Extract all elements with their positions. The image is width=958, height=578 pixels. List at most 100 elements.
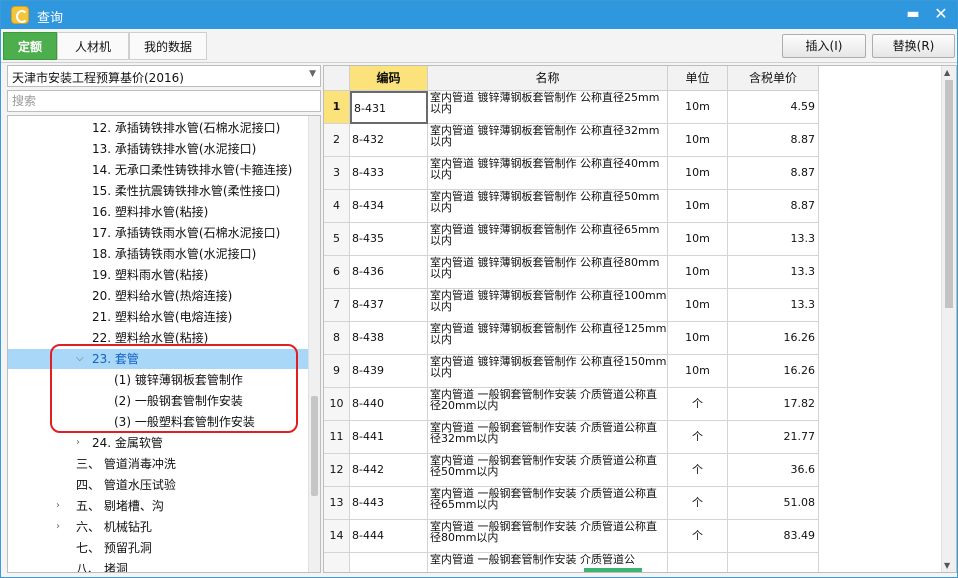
cell-price[interactable]: 51.08 (728, 487, 819, 520)
cell-price[interactable]: 36.6 (728, 454, 819, 487)
tree-item[interactable]: › 六、 机械钻孔 (8, 517, 304, 537)
tree-item[interactable]: 四、 管道水压试验 (8, 475, 304, 495)
cell-code[interactable]: 8-431 (350, 91, 428, 124)
tree-item[interactable]: 15. 柔性抗震铸铁排水管(柔性接口) (8, 181, 304, 201)
cell-unit[interactable]: 10m (668, 190, 728, 223)
cell-price[interactable]: 8.87 (728, 124, 819, 157)
cell-code[interactable]: 8-432 (350, 124, 428, 157)
column-header-name[interactable]: 名称 (428, 66, 668, 91)
cell-unit[interactable]: 10m (668, 289, 728, 322)
cell-name[interactable]: 室内管道 一般钢套管制作安装 介质管道公称直径50mm以内 (428, 454, 668, 487)
tree-item[interactable]: 19. 塑料雨水管(粘接) (8, 265, 304, 285)
cell-unit[interactable]: 10m (668, 157, 728, 190)
tree-item[interactable]: 14. 无承口柔性铸铁排水管(卡箍连接) (8, 160, 304, 180)
insert-button[interactable]: 插入(I) (782, 34, 866, 58)
tree-item[interactable]: 16. 塑料排水管(粘接) (8, 202, 304, 222)
tree-scroll-thumb[interactable] (311, 396, 318, 496)
tree-item[interactable]: 17. 承插铸铁雨水管(石棉水泥接口) (8, 223, 304, 243)
tree-item[interactable]: 三、 管道消毒冲洗 (8, 454, 304, 474)
tree-item[interactable]: 20. 塑料给水管(热熔连接) (8, 286, 304, 306)
cell-code[interactable]: 8-433 (350, 157, 428, 190)
row-number[interactable]: 11 (324, 421, 350, 454)
column-header-price[interactable]: 含税单价 (728, 66, 819, 91)
cell-unit[interactable] (668, 553, 728, 572)
cell-unit[interactable]: 个 (668, 388, 728, 421)
table-scroll-thumb[interactable] (945, 80, 953, 308)
cell-code[interactable]: 8-443 (350, 487, 428, 520)
cell-code[interactable]: 8-439 (350, 355, 428, 388)
cell-unit[interactable]: 10m (668, 355, 728, 388)
row-number[interactable]: 1 (324, 91, 350, 124)
cell-price[interactable]: 21.77 (728, 421, 819, 454)
row-number[interactable]: 7 (324, 289, 350, 322)
cell-code[interactable]: 8-434 (350, 190, 428, 223)
cell-price[interactable]: 8.87 (728, 157, 819, 190)
chevron-right-icon[interactable]: › (76, 433, 86, 453)
cell-name[interactable]: 室内管道 镀锌薄钢板套管制作 公称直径25mm以内 (428, 91, 668, 124)
cell-code[interactable]: 8-436 (350, 256, 428, 289)
tree-item[interactable]: 21. 塑料给水管(电熔连接) (8, 307, 304, 327)
row-number[interactable]: 4 (324, 190, 350, 223)
cell-unit[interactable]: 个 (668, 520, 728, 553)
scroll-down-icon[interactable]: ▼ (944, 561, 950, 570)
cell-code[interactable]: 8-441 (350, 421, 428, 454)
tab-quota[interactable]: 定额 (3, 32, 57, 60)
table-scrollbar[interactable]: ▲ ▼ (941, 66, 956, 572)
cell-name[interactable]: 室内管道 镀锌薄钢板套管制作 公称直径80mm以内 (428, 256, 668, 289)
chevron-right-icon[interactable]: › (56, 496, 66, 516)
cell-price[interactable]: 16.26 (728, 322, 819, 355)
row-number[interactable]: 5 (324, 223, 350, 256)
replace-button[interactable]: 替换(R) (872, 34, 955, 58)
tab-labor-material-machine[interactable]: 人材机 (57, 32, 129, 60)
tree-scrollbar[interactable] (308, 116, 320, 572)
cell-name[interactable]: 室内管道 镀锌薄钢板套管制作 公称直径65mm以内 (428, 223, 668, 256)
cell-name[interactable]: 室内管道 镀锌薄钢板套管制作 公称直径150mm以内 (428, 355, 668, 388)
cell-unit[interactable]: 个 (668, 421, 728, 454)
tree-item[interactable]: 13. 承插铸铁排水管(水泥接口) (8, 139, 304, 159)
cell-price[interactable]: 4.59 (728, 91, 819, 124)
cell-price[interactable]: 13.3 (728, 289, 819, 322)
cell-code[interactable]: 8-442 (350, 454, 428, 487)
tree-item[interactable]: › 五、 剔堵槽、沟 (8, 496, 304, 516)
row-number[interactable]: 3 (324, 157, 350, 190)
column-header-code[interactable]: 编码 (350, 66, 428, 91)
cell-price[interactable]: 13.3 (728, 223, 819, 256)
row-number[interactable]: 14 (324, 520, 350, 553)
cell-unit[interactable]: 10m (668, 256, 728, 289)
row-number[interactable]: 9 (324, 355, 350, 388)
close-button[interactable]: ✕ (931, 5, 951, 25)
cell-name[interactable]: 室内管道 一般钢套管制作安装 介质管道公称直径20mm以内 (428, 388, 668, 421)
cell-code[interactable]: 8-438 (350, 322, 428, 355)
cell-name[interactable]: 室内管道 一般钢套管制作安装 介质管道公称直径80mm以内 (428, 520, 668, 553)
cell-price[interactable] (728, 553, 819, 572)
row-number[interactable] (324, 553, 350, 572)
cell-name[interactable]: 室内管道 镀锌薄钢板套管制作 公称直径125mm以内 (428, 322, 668, 355)
cell-price[interactable]: 83.49 (728, 520, 819, 553)
cell-price[interactable]: 17.82 (728, 388, 819, 421)
cell-name[interactable]: 室内管道 一般钢套管制作安装 介质管道公称直径65mm以内 (428, 487, 668, 520)
cell-name[interactable]: 室内管道 镀锌薄钢板套管制作 公称直径100mm以内 (428, 289, 668, 322)
cell-unit[interactable]: 个 (668, 454, 728, 487)
cell-price[interactable]: 13.3 (728, 256, 819, 289)
cell-code[interactable]: 8-437 (350, 289, 428, 322)
cell-unit[interactable]: 10m (668, 322, 728, 355)
tree-item[interactable]: › 24. 金属软管 (8, 433, 304, 453)
minimize-button[interactable]: ▬ (903, 5, 923, 25)
tab-my-data[interactable]: 我的数据 (129, 32, 207, 60)
row-number[interactable]: 13 (324, 487, 350, 520)
row-number[interactable]: 10 (324, 388, 350, 421)
tree-item[interactable]: 12. 承插铸铁排水管(石棉水泥接口) (8, 118, 304, 138)
row-number[interactable]: 12 (324, 454, 350, 487)
row-number[interactable]: 6 (324, 256, 350, 289)
tree-item[interactable]: 八、 堵洞 (8, 559, 304, 572)
cell-price[interactable]: 16.26 (728, 355, 819, 388)
tree-item[interactable]: 18. 承插铸铁雨水管(水泥接口) (8, 244, 304, 264)
column-header-unit[interactable]: 单位 (668, 66, 728, 91)
cell-name[interactable]: 室内管道 镀锌薄钢板套管制作 公称直径50mm以内 (428, 190, 668, 223)
cell-code[interactable]: 8-440 (350, 388, 428, 421)
cell-code[interactable]: 8-444 (350, 520, 428, 553)
cell-code[interactable]: 8-435 (350, 223, 428, 256)
cell-unit[interactable]: 10m (668, 91, 728, 124)
chevron-right-icon[interactable]: › (56, 517, 66, 537)
quota-library-select[interactable]: 天津市安装工程预算基价(2016) ▼ (7, 65, 321, 87)
